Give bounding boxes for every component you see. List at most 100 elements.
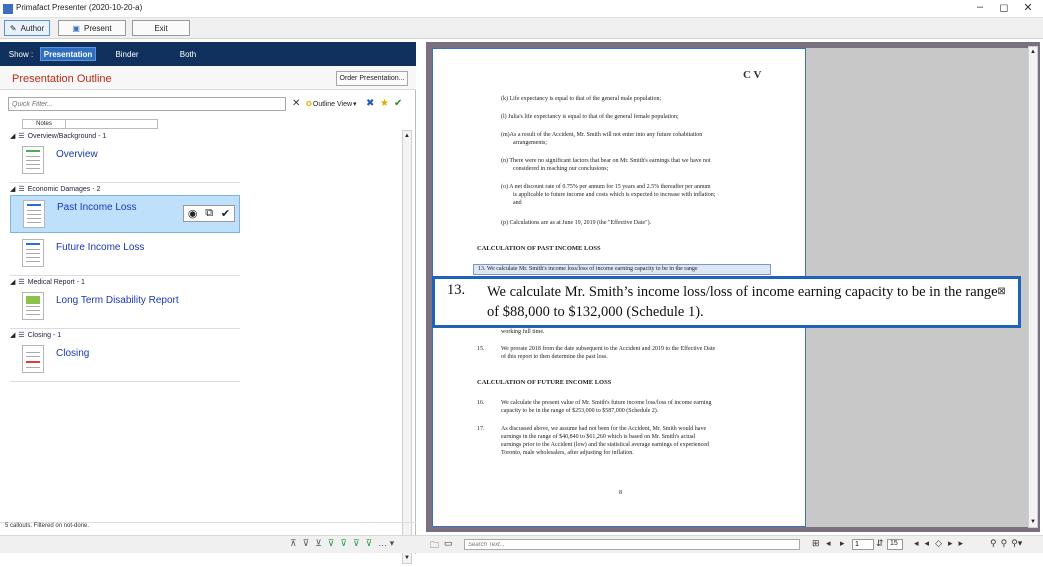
window-icon[interactable]: ▭ xyxy=(444,538,453,549)
notes-column-header[interactable]: Notes xyxy=(22,119,66,129)
minimize-icon[interactable]: – xyxy=(970,1,990,13)
search-text-input[interactable] xyxy=(464,539,800,550)
doc-line: (l) Julia's life expectancy is equal to … xyxy=(501,114,679,120)
quick-filter-input[interactable] xyxy=(8,97,286,111)
navigation-controls: ◂ ◂ ◇ ▸ ▸ xyxy=(914,538,963,549)
forward-icon[interactable]: ▸ xyxy=(959,538,964,549)
doc-line: (p) Calculations are as at June 19, 2019… xyxy=(501,220,652,226)
star-icon[interactable]: ★ xyxy=(380,98,389,110)
section-header[interactable]: ◢ ☰ Overview/Background - 1 xyxy=(10,132,107,141)
close-icon[interactable]: ✕ xyxy=(1018,1,1038,14)
zoom-controls: ⚲ ⚲ ⚲▾ xyxy=(990,538,1022,549)
author-button[interactable]: ✎ Author xyxy=(4,20,50,36)
divider xyxy=(10,381,240,382)
section-header[interactable]: ◢ ☰ Closing - 1 xyxy=(10,331,61,340)
outline-status: 5 callouts. Filtered on not-done. xyxy=(0,522,416,532)
callout-close-icon[interactable]: ⊠ xyxy=(997,286,1005,297)
callout-zoom-box[interactable]: 13. We calculate Mr. Smith’s income loss… xyxy=(432,276,1021,328)
zoom-in-icon[interactable]: ⚲ xyxy=(1001,538,1008,549)
scroll-up-icon[interactable]: ▲ xyxy=(404,133,410,139)
divider xyxy=(10,275,240,276)
outline-item-past-income-loss[interactable]: Past Income Loss ◉ ⧉ ✔ xyxy=(10,195,240,233)
maximize-icon[interactable]: ◻ xyxy=(994,1,1014,14)
outline-scrollbar[interactable]: ▲ ▼ xyxy=(402,130,412,564)
outline-item-long-term-disability-report[interactable]: Long Term Disability Report xyxy=(10,288,240,326)
zoom-menu-icon[interactable]: ⚲▾ xyxy=(1011,538,1022,549)
eye-icon[interactable]: ◉ xyxy=(188,207,198,220)
section-label: Overview/Background - 1 xyxy=(27,132,107,140)
doc-line: considered in reaching our conclusions; xyxy=(513,166,609,172)
binoculars-icon[interactable]: ⊞ xyxy=(812,538,820,549)
green-tool-icon[interactable]: ⊽ xyxy=(353,538,360,549)
collapse-icon[interactable]: ✖ xyxy=(366,98,374,110)
present-button[interactable]: ▣ Present xyxy=(58,20,126,36)
order-presentation-button[interactable]: Order Presentation... xyxy=(336,71,408,86)
section-header[interactable]: ◢ ☰ Economic Damages - 2 xyxy=(10,185,100,194)
doc-highlight-line: 13. We calculate Mr. Smith's income loss… xyxy=(473,264,771,275)
viewer-scrollbar[interactable]: ▲ ▼ xyxy=(1028,46,1038,528)
folder-icon[interactable]: 🗀 xyxy=(430,538,439,554)
doc-line: arrangements; xyxy=(513,140,547,146)
list-icon: ☰ xyxy=(18,133,25,140)
exit-label: Exit xyxy=(154,23,168,33)
page-total: 15 xyxy=(887,539,903,550)
green-tool-icon[interactable]: ⊽ xyxy=(328,538,335,549)
page-number-input[interactable] xyxy=(852,539,874,550)
checkmark-icon[interactable]: ✔ xyxy=(221,207,230,220)
doc-line: capacity to be in the range of $253,000 … xyxy=(501,408,659,414)
collapse-triangle-icon[interactable]: ◢ xyxy=(10,278,15,286)
callout-controls: ◦ ⊠ xyxy=(991,286,1006,297)
show-bar: Show : Presentation Binder Both xyxy=(0,42,416,66)
more-icon[interactable]: … ▾ xyxy=(378,538,394,549)
edit-icon[interactable]: ⧉ xyxy=(205,207,213,220)
filter-bar: ✕ ✪Outline View▾ ✖ ★ ✔ xyxy=(0,96,416,114)
prev-page-icon[interactable]: ◂ xyxy=(826,538,831,549)
outline-item-overview[interactable]: Overview xyxy=(10,142,240,180)
outline-tree: ◢ ☰ Overview/Background - 1 Overview ◢ ☰ Eco… xyxy=(0,130,400,522)
callout-handle-icon[interactable]: ◦ xyxy=(991,286,995,297)
check-filter-icon[interactable]: ✔ xyxy=(394,98,402,110)
back-icon[interactable]: ◂ xyxy=(925,538,930,549)
list-icon: ☰ xyxy=(18,279,25,286)
show-both-tab[interactable]: Both xyxy=(172,47,204,61)
item-label: Long Term Disability Report xyxy=(56,295,179,306)
pencil-icon: ✎ xyxy=(9,23,17,33)
collapse-triangle-icon[interactable]: ◢ xyxy=(10,331,15,339)
list-icon: ☰ xyxy=(18,186,25,193)
tool-icon[interactable]: ⊼ xyxy=(290,538,297,549)
slide-thumbnail xyxy=(22,239,44,267)
next-page-icon[interactable]: ▸ xyxy=(840,538,845,549)
show-label: Show : xyxy=(8,49,34,59)
item-actions: ◉ ⧉ ✔ xyxy=(183,205,235,222)
zoom-out-icon[interactable]: ⚲ xyxy=(990,538,997,549)
doc-line: of this report to then determine the pas… xyxy=(501,354,608,360)
scroll-up-icon[interactable]: ▲ xyxy=(1030,49,1036,55)
callout-number: 13. xyxy=(447,282,466,298)
item-label: Past Income Loss xyxy=(57,202,137,213)
section-header[interactable]: ◢ ☰ Medical Report - 1 xyxy=(10,278,85,287)
doc-line: working full time. xyxy=(501,329,545,335)
page-spinner-icon[interactable]: ⇵ xyxy=(876,538,884,549)
doc-line: (k) Life expectancy is equal to that of … xyxy=(501,96,662,102)
green-tool-icon[interactable]: ⊽ xyxy=(366,538,373,549)
forward-icon[interactable]: ▸ xyxy=(948,538,953,549)
outline-view-dropdown[interactable]: ✪ Outline View ▾ xyxy=(306,99,357,111)
tool-icon[interactable]: ⊻ xyxy=(315,538,322,549)
diamond-icon[interactable]: ◇ xyxy=(935,538,942,549)
collapse-triangle-icon[interactable]: ◢ xyxy=(10,132,15,140)
scroll-down-icon[interactable]: ▼ xyxy=(404,555,410,561)
window-title: Primafact Presenter (2020-10-20-a) xyxy=(16,3,143,12)
collapse-triangle-icon[interactable]: ◢ xyxy=(10,185,15,193)
scroll-down-icon[interactable]: ▼ xyxy=(1030,519,1036,525)
show-presentation-tab[interactable]: Presentation xyxy=(40,47,96,61)
presentation-icon: ▣ xyxy=(72,23,80,33)
show-binder-tab[interactable]: Binder xyxy=(110,47,144,61)
outline-item-future-income-loss[interactable]: Future Income Loss xyxy=(10,235,240,273)
exit-button[interactable]: Exit xyxy=(132,20,190,36)
outline-item-closing[interactable]: Closing xyxy=(10,341,240,379)
author-label: Author xyxy=(20,23,45,33)
green-tool-icon[interactable]: ⊽ xyxy=(340,538,347,549)
tool-icon[interactable]: ⊽ xyxy=(303,538,310,549)
back-icon[interactable]: ◂ xyxy=(914,538,919,549)
clear-filter-icon[interactable]: ✕ xyxy=(292,98,300,110)
